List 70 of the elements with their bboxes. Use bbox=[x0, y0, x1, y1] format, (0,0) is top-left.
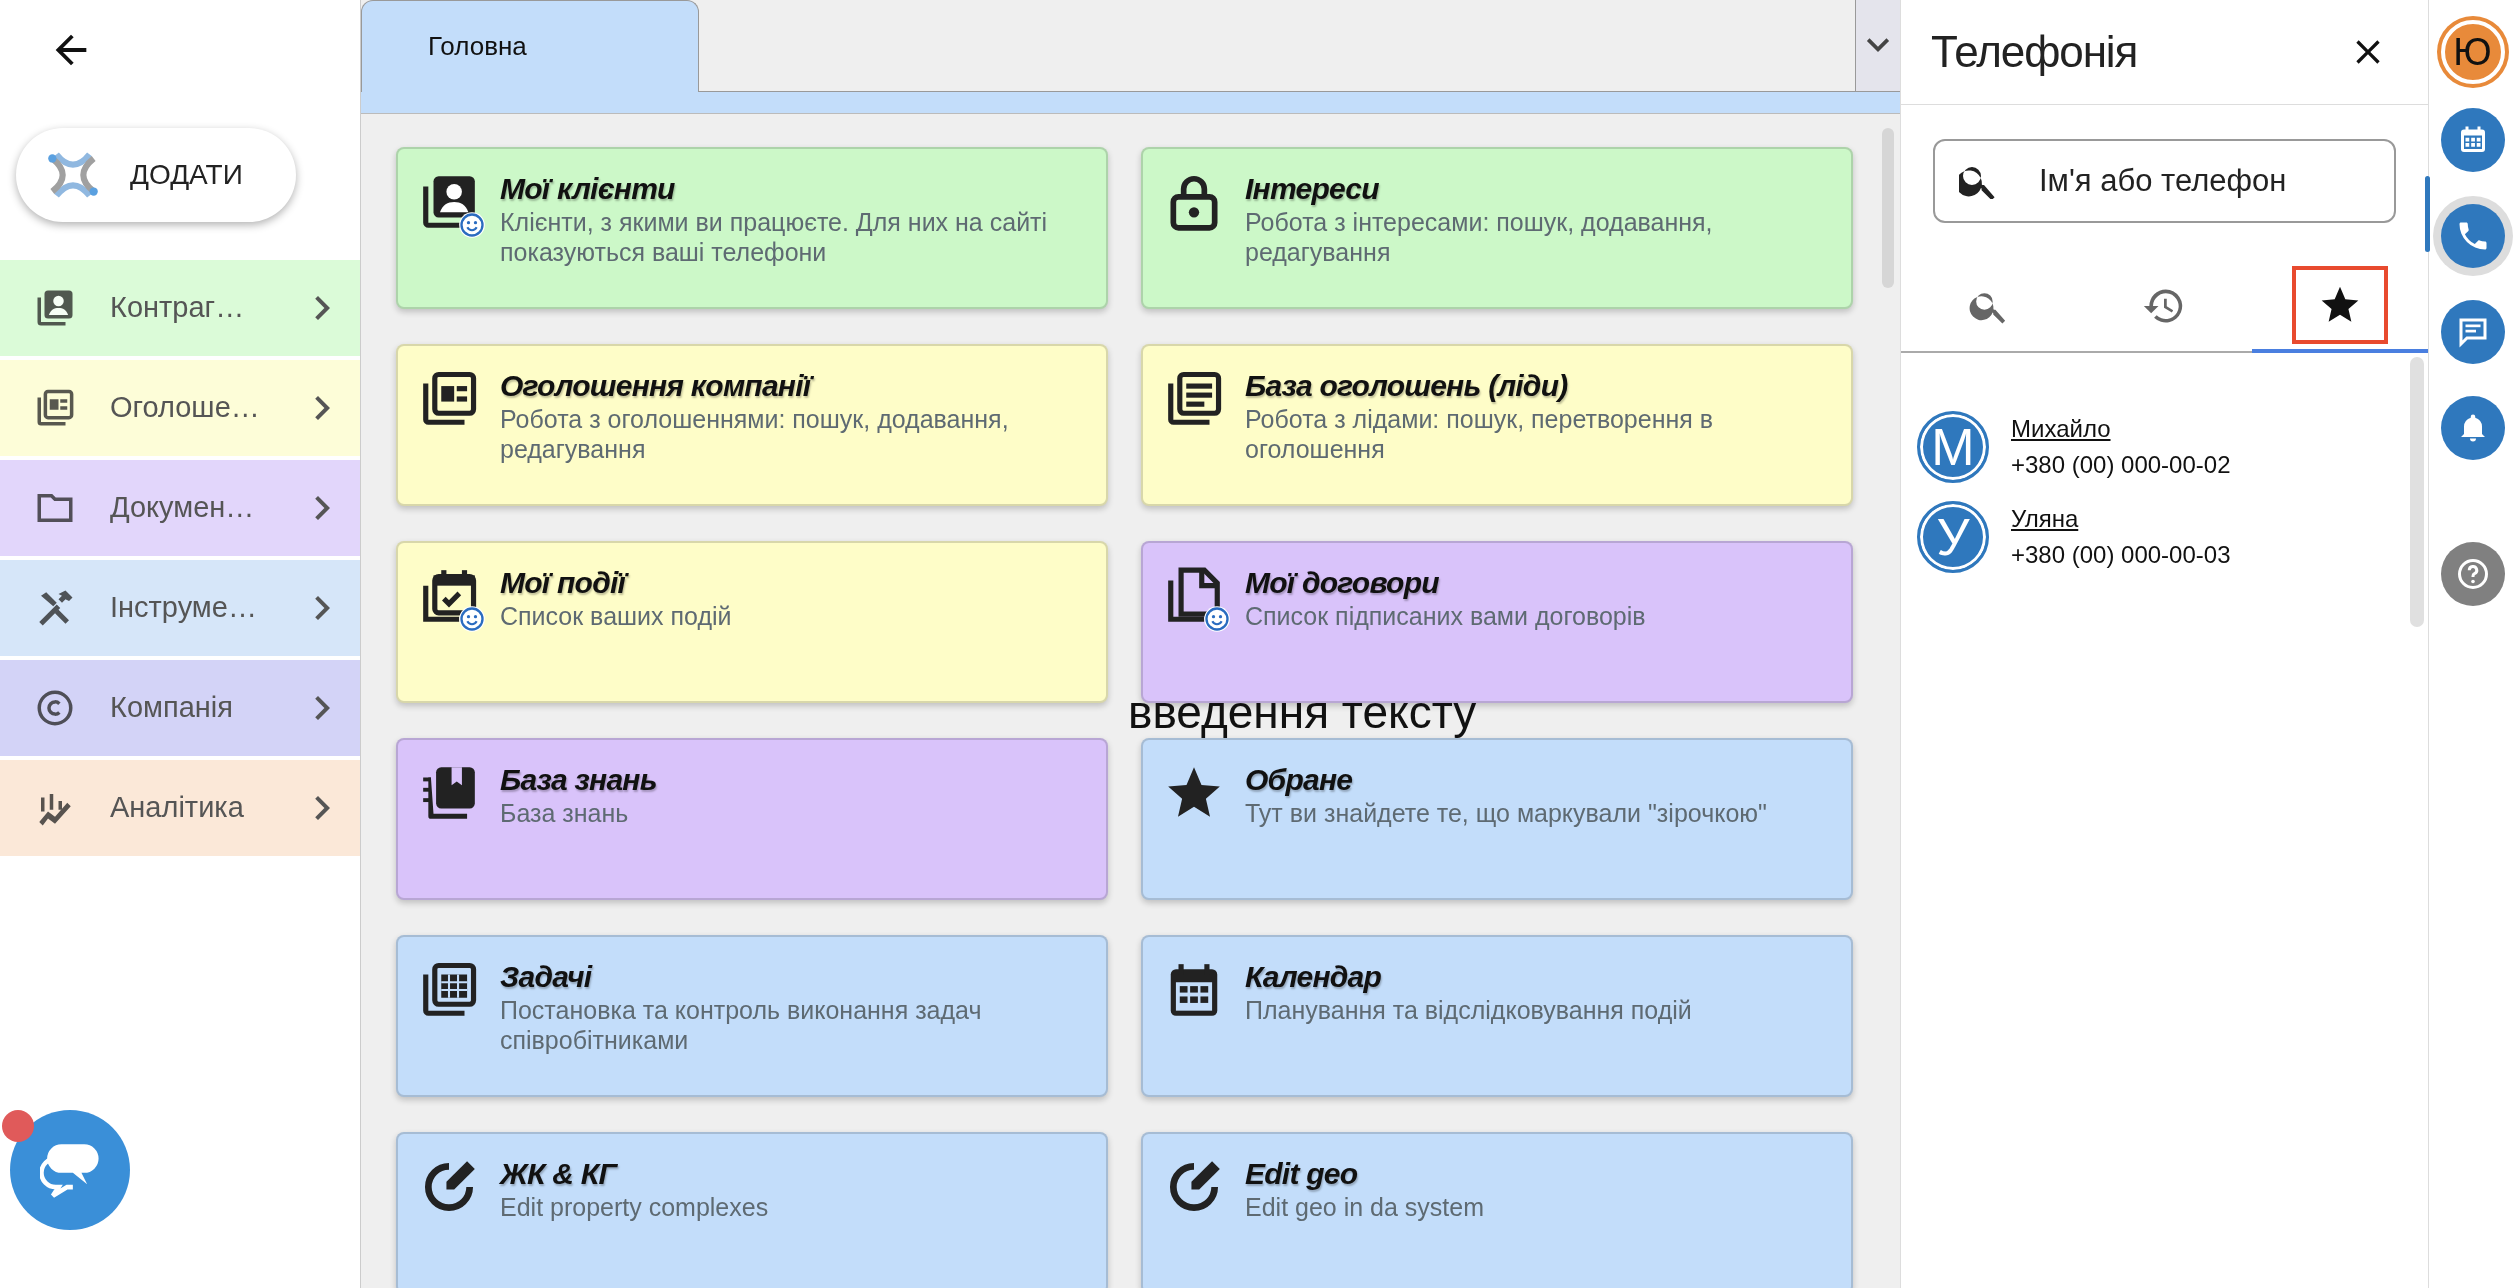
tabs-dropdown-button[interactable] bbox=[1855, 0, 1900, 92]
chevron-right-icon bbox=[314, 396, 330, 420]
card-title: Оголошення компанії bbox=[500, 368, 1090, 404]
card-title: Інтереси bbox=[1245, 171, 1380, 207]
chevron-right-icon bbox=[314, 796, 330, 820]
card-description: Список ваших подій bbox=[500, 601, 732, 631]
card-description: Постановка та контроль виконання задач співробітниками bbox=[500, 995, 983, 1055]
sidebar-item[interactable]: Аналітика bbox=[0, 760, 360, 856]
contact-name[interactable]: Михайло bbox=[2011, 411, 2231, 447]
chevron-right-icon bbox=[314, 696, 330, 720]
sidebar-item-label: Оголоше… bbox=[110, 390, 261, 426]
sidebar-item[interactable]: Докумен… bbox=[0, 460, 360, 556]
menu-card[interactable]: Календар Планування та відслідковування подій bbox=[1141, 935, 1853, 1097]
sidebar-item-label: Інструме… bbox=[110, 590, 258, 626]
sidebar-item-label: Аналітика bbox=[110, 790, 245, 826]
chat-bubbles-icon bbox=[40, 1142, 100, 1198]
card-title: База оголошень (ліди) bbox=[1245, 368, 1569, 404]
card-description: Edit geo in da system bbox=[1245, 1192, 1484, 1222]
card-description: Робота з оголошеннями: пошук, додавання, редагування bbox=[500, 404, 1010, 464]
card-title: Обране bbox=[1245, 762, 1354, 798]
menu-card[interactable]: Мої клієнти Клієнти, з якими ви працюєте. Для них на сайті показуються ваші телефони bbox=[396, 147, 1108, 309]
scrollbar[interactable] bbox=[2410, 357, 2424, 627]
card-title: Мої клієнти bbox=[500, 171, 676, 207]
card-description: Тут ви знайдете те, що маркували "зірочкою" bbox=[1245, 798, 1767, 828]
chevron-down-icon bbox=[1866, 37, 1890, 54]
contact-avatar: У bbox=[1917, 501, 1989, 573]
chevron-right-icon bbox=[314, 496, 330, 520]
card-description: Клієнти, з якими ви працюєте. Для них на сайті показуються ваші телефони bbox=[500, 207, 1049, 267]
add-button[interactable]: ДОДАТИ bbox=[16, 128, 296, 222]
contact-phone: +380 (00) 000-00-03 bbox=[2011, 540, 2231, 570]
chevron-right-icon bbox=[314, 296, 330, 320]
sidebar-item[interactable]: Контраг… bbox=[0, 260, 360, 356]
panel-title: Телефонія bbox=[1931, 26, 2138, 78]
card-title: База знань bbox=[500, 762, 657, 798]
sidebar-item-label: Контраг… bbox=[110, 290, 246, 326]
menu-card[interactable]: Інтереси Робота з інтересами: пошук, додавання, редагування bbox=[1141, 147, 1853, 309]
search-field[interactable]: Ім'я або телефон bbox=[1933, 139, 2396, 223]
menu-card[interactable]: Edit geo Edit geo in da system bbox=[1141, 1132, 1853, 1288]
card-description: Список підписаних вами договорів bbox=[1245, 601, 1646, 631]
menu-card[interactable]: Задачі Постановка та контроль виконання задач співробітниками bbox=[396, 935, 1108, 1097]
contact-name[interactable]: Уляна bbox=[2011, 501, 2231, 537]
sidebar-item[interactable]: Інструме… bbox=[0, 560, 360, 656]
user-avatar[interactable]: Ю bbox=[2440, 20, 2505, 84]
card-title: ЖК & КГ bbox=[500, 1156, 619, 1192]
card-title: Мої договори bbox=[1245, 565, 1440, 601]
contact-phone: +380 (00) 000-00-02 bbox=[2011, 450, 2231, 480]
card-description: Планування та відслідковування подій bbox=[1245, 995, 1692, 1025]
card-title: Задачі bbox=[500, 959, 594, 995]
menu-card[interactable]: ЖК & КГ Edit property complexes bbox=[396, 1132, 1108, 1288]
scrollbar[interactable] bbox=[1882, 128, 1894, 288]
menu-card[interactable]: Оголошення компанії Робота з оголошеннями: пошук, додавання, редагування bbox=[396, 344, 1108, 506]
card-description: База знань bbox=[500, 798, 630, 828]
chevron-right-icon bbox=[314, 596, 330, 620]
sidebar-item[interactable]: Компанія bbox=[0, 660, 360, 756]
card-description: Робота з інтересами: пошук, додавання, редагування bbox=[1245, 207, 1714, 267]
card-description: Edit property complexes bbox=[500, 1192, 769, 1222]
menu-card[interactable]: База знань База знань bbox=[396, 738, 1108, 900]
menu-card[interactable]: Мої події Список ваших подій bbox=[396, 541, 1108, 703]
menu-card[interactable]: Обране Тут ви знайдете те, що маркували "зірочкою" bbox=[1141, 738, 1853, 900]
sidebar-item[interactable]: Оголоше… bbox=[0, 360, 360, 456]
contact-avatar: М bbox=[1917, 411, 1989, 483]
sidebar-item-label: Докумен… bbox=[110, 490, 256, 526]
card-title: Календар bbox=[1245, 959, 1383, 995]
menu-card[interactable]: База оголошень (ліди) Робота з лідами: пошук, перетворення в оголошення bbox=[1141, 344, 1853, 506]
card-title: Мої події bbox=[500, 565, 732, 601]
card-title: Edit geo bbox=[1245, 1156, 1359, 1192]
sidebar-item-label: Компанія bbox=[110, 690, 234, 726]
card-description: Робота з лідами: пошук, перетворення в оголошення bbox=[1245, 404, 1715, 464]
menu-card[interactable]: Мої договори Список підписаних вами договорів bbox=[1141, 541, 1853, 703]
tab[interactable]: Головна bbox=[361, 0, 699, 92]
